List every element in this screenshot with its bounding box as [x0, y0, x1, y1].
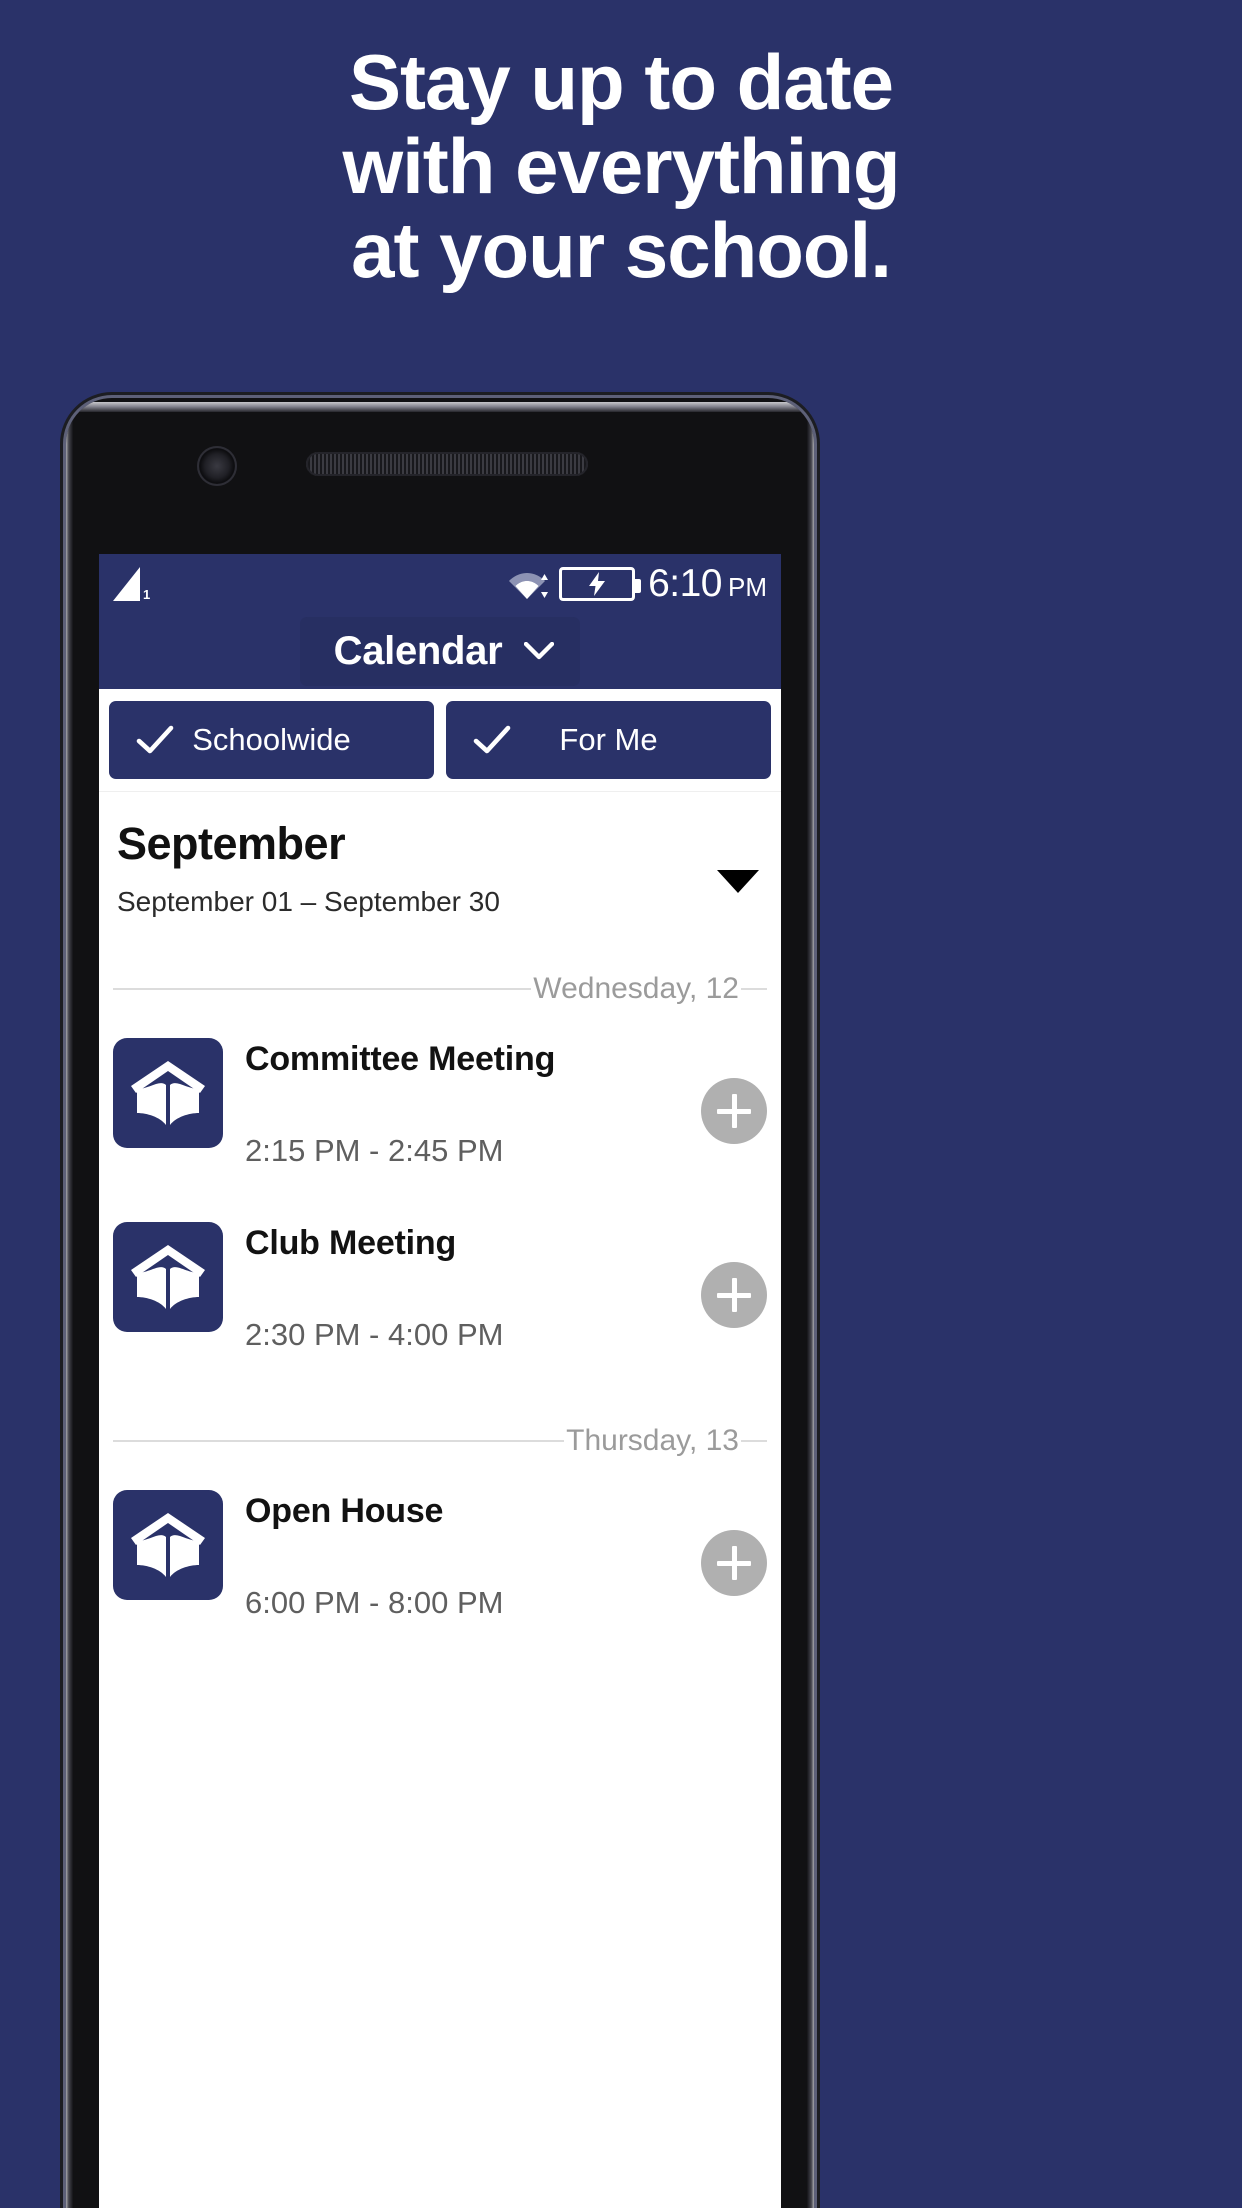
phone-mockup: 1 6:10 PM Calendar Schoolwide For Me Sep… [66, 398, 814, 2208]
day-divider-wednesday: Wednesday, 12 [99, 972, 781, 1006]
add-to-my-calendar-button[interactable] [701, 1078, 767, 1144]
event-row[interactable]: Open House 6:00 PM - 8:00 PM [99, 1472, 781, 1656]
clock-time: 6:10 [648, 562, 722, 605]
check-icon [136, 725, 174, 754]
event-time: 2:30 PM - 4:00 PM [245, 1317, 504, 1352]
event-time: 2:15 PM - 2:45 PM [245, 1133, 504, 1168]
plus-icon-vertical [731, 1094, 737, 1128]
plus-icon-vertical [731, 1546, 737, 1580]
add-to-my-calendar-button[interactable] [701, 1262, 767, 1328]
divider-line-left [113, 988, 532, 990]
status-bar-left: 1 [113, 566, 151, 602]
status-bar: 1 6:10 PM [99, 554, 781, 613]
plus-icon-vertical [731, 1278, 737, 1312]
wifi-transfer-arrows-icon [541, 573, 549, 598]
app-title: Calendar [333, 628, 503, 673]
app-title-dropdown[interactable]: Calendar [299, 616, 581, 686]
month-title: September [117, 818, 346, 869]
status-bar-clock: 6:10 PM [648, 564, 767, 603]
day-divider-label: Thursday, 13 [566, 1424, 739, 1457]
event-title: Open House [245, 1492, 444, 1530]
event-body: Committee Meeting 2:15 PM - 2:45 PM [223, 1034, 767, 1169]
wifi-icon [508, 569, 549, 599]
day-divider-thursday: Thursday, 13 [99, 1424, 781, 1458]
event-title: Committee Meeting [245, 1040, 556, 1078]
school-book-icon [113, 1222, 223, 1332]
chevron-down-icon [524, 641, 555, 659]
event-row[interactable]: Committee Meeting 2:15 PM - 2:45 PM [99, 1020, 781, 1204]
day-divider-label: Wednesday, 12 [533, 972, 739, 1005]
school-book-icon [113, 1038, 223, 1148]
filter-tab-schoolwide-label: Schoolwide [192, 722, 351, 757]
app-bar: Calendar [99, 613, 781, 689]
earpiece-speaker [306, 452, 588, 476]
check-icon [473, 725, 511, 754]
cell-signal-icon [113, 566, 140, 601]
month-range: September 01 – September 30 [117, 886, 500, 917]
promo-screenshot: Stay up to date with everything at your … [0, 0, 1242, 2208]
clock-ampm: PM [728, 572, 767, 602]
phone-screen: 1 6:10 PM Calendar Schoolwide For Me Sep… [99, 554, 781, 2208]
event-title: Club Meeting [245, 1224, 457, 1262]
month-header: September September 01 – September 30 [99, 792, 781, 936]
event-body: Club Meeting 2:30 PM - 4:00 PM [223, 1218, 767, 1353]
promo-headline: Stay up to date with everything at your … [0, 40, 1242, 292]
add-to-my-calendar-button[interactable] [701, 1530, 767, 1596]
headline-line-1: Stay up to date [348, 38, 894, 126]
calendar-filter-tabs: Schoolwide For Me [99, 689, 781, 792]
divider-line-left [113, 1440, 565, 1442]
event-body: Open House 6:00 PM - 8:00 PM [223, 1486, 767, 1621]
school-book-icon [113, 1490, 223, 1600]
event-row[interactable]: Club Meeting 2:30 PM - 4:00 PM [99, 1204, 781, 1388]
phone-bezel-right [807, 398, 814, 2208]
headline-line-2: with everything [342, 122, 900, 210]
front-camera-icon [197, 446, 237, 486]
filter-tab-schoolwide[interactable]: Schoolwide [109, 701, 434, 779]
divider-line-right [741, 988, 767, 990]
divider-line-right [741, 1440, 767, 1442]
caret-down-icon[interactable] [717, 870, 759, 893]
filter-tab-for-me[interactable]: For Me [446, 701, 771, 779]
battery-charging-icon [559, 566, 642, 601]
status-bar-right: 6:10 PM [508, 564, 767, 603]
filter-tab-for-me-label: For Me [559, 722, 658, 757]
event-time: 6:00 PM - 8:00 PM [245, 1585, 504, 1620]
headline-line-3: at your school. [351, 206, 892, 294]
signal-sim-label: 1 [143, 586, 151, 602]
phone-bezel-left [66, 398, 73, 2208]
